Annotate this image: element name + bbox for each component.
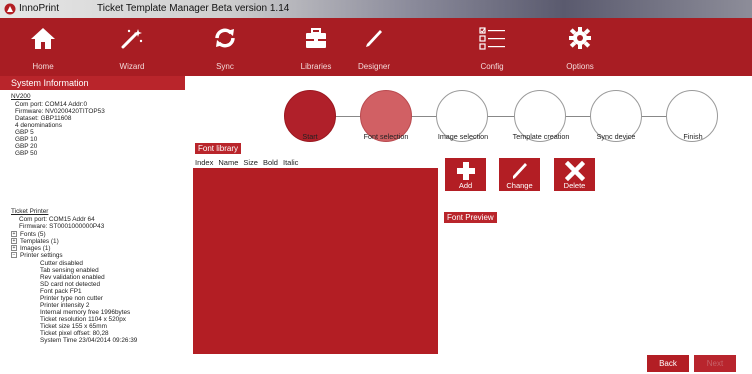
nv200-device-link[interactable]: NV200 (11, 93, 31, 100)
font-library-column-headers: Index Name Size Bold Italic (195, 158, 303, 167)
toolbar-wizard-button[interactable]: Wizard (92, 18, 172, 76)
checklist-icon (479, 27, 505, 50)
expand-icon[interactable]: + (11, 238, 17, 245)
info-line: Firmware: ST0001000000P43 (19, 223, 105, 230)
font-library-table[interactable] (193, 168, 438, 354)
add-label: Add (458, 181, 473, 190)
tree-item-label: Printer settings (20, 252, 63, 259)
app-name: InnoPrint (19, 3, 60, 14)
toolbar-options-button[interactable]: Options (540, 18, 620, 76)
window-title: Ticket Template Manager Beta version 1.1… (97, 3, 290, 14)
toolbar-label: Config (480, 62, 504, 71)
wand-icon (121, 29, 143, 49)
column-header-italic[interactable]: Italic (283, 158, 298, 167)
delete-font-button[interactable]: Delete (554, 158, 595, 191)
toolbox-icon (306, 28, 326, 48)
system-information-panel: NV200 Com port: COM14 Addr:0 Firmware: N… (0, 90, 185, 374)
toolbar-designer-button[interactable]: Designer (334, 18, 414, 76)
step-connector (641, 116, 669, 117)
delete-label: Delete (563, 181, 586, 190)
toolbar-label: Options (566, 62, 594, 71)
expand-icon[interactable]: + (11, 245, 17, 252)
gear-icon (569, 27, 591, 49)
tree-item-label: Fonts (5) (20, 231, 46, 238)
add-font-button[interactable]: Add (445, 158, 486, 191)
column-header-bold[interactable]: Bold (263, 158, 278, 167)
main-toolbar: Home Wizard Sync Libraries Designer Conf… (0, 18, 752, 76)
toolbar-sync-button[interactable]: Sync (185, 18, 265, 76)
toolbar-label: Designer (357, 62, 390, 71)
pen-icon (366, 30, 382, 47)
title-bar: InnoPrint Ticket Template Manager Beta v… (0, 0, 752, 18)
home-icon (31, 28, 55, 49)
column-header-name[interactable]: Name (218, 158, 238, 167)
close-icon (564, 161, 585, 181)
info-line: GBP 50 (15, 150, 38, 157)
change-label: Change (506, 181, 533, 190)
toolbar-label: Sync (216, 62, 234, 71)
system-information-header: System Information (0, 76, 185, 90)
back-button[interactable]: Back (647, 355, 689, 372)
toolbar-config-button[interactable]: Config (452, 18, 532, 76)
next-button[interactable]: Next (694, 355, 736, 372)
step-label: Image selection (437, 132, 489, 141)
plus-icon (456, 162, 475, 180)
change-font-button[interactable]: Change (499, 158, 540, 191)
expand-icon[interactable]: + (11, 231, 17, 238)
sync-icon (215, 28, 235, 48)
toolbar-home-button[interactable]: Home (3, 18, 83, 76)
toolbar-label: Home (32, 62, 54, 71)
toolbar-label: Wizard (119, 62, 145, 71)
collapse-icon[interactable]: − (11, 252, 17, 259)
innoprint-logo-icon (4, 3, 16, 15)
step-label: Finish (683, 132, 703, 141)
setting-line: System Time 23/04/2014 09:26:39 (40, 337, 138, 344)
column-header-size[interactable]: Size (243, 158, 258, 167)
tree-item-label: Templates (1) (20, 238, 59, 245)
tree-item-printer-settings[interactable]: − Printer settings (11, 252, 63, 259)
tree-item-label: Images (1) (20, 245, 51, 252)
column-header-index[interactable]: Index (195, 158, 213, 167)
font-preview-title: Font Preview (444, 212, 497, 223)
step-connector (565, 116, 593, 117)
font-library-title: Font library (195, 143, 242, 154)
ticket-printer-device-link[interactable]: Ticket Printer (11, 208, 48, 215)
pen-icon (512, 163, 527, 179)
